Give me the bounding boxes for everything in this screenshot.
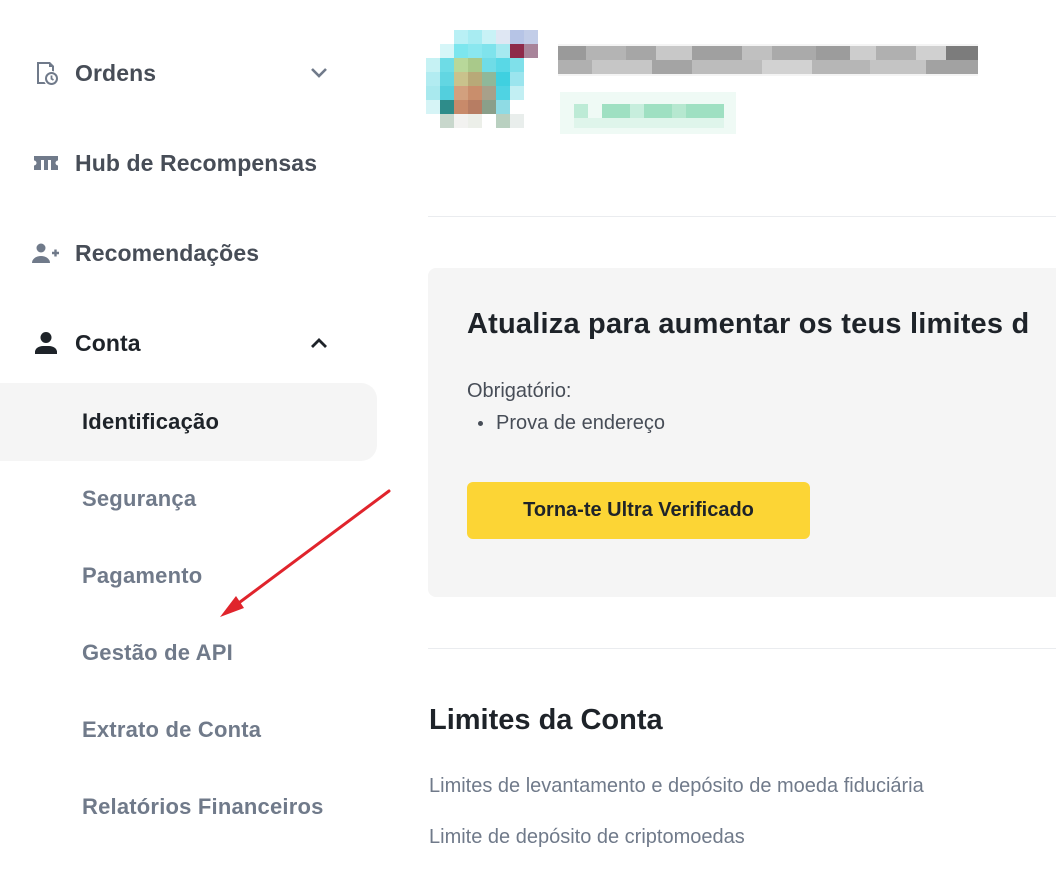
required-label: Obrigatório: xyxy=(467,380,572,402)
sidebar-subitem-api-management[interactable]: Gestão de API xyxy=(0,614,377,692)
user-name-obscured xyxy=(558,44,978,76)
ticket-icon xyxy=(32,149,60,177)
sidebar-item-label: Hub de Recompensas xyxy=(75,149,318,176)
sidebar: Ordens Hub de Recompensas Recomendações xyxy=(0,0,400,874)
ultra-verify-button[interactable]: Torna-te Ultra Verificado xyxy=(467,482,810,539)
account-limits-title: Limites da Conta xyxy=(429,704,663,736)
orders-icon xyxy=(32,59,60,87)
sidebar-subitem-payment[interactable]: Pagamento xyxy=(0,537,377,615)
divider xyxy=(428,216,1056,217)
divider xyxy=(428,648,1056,649)
sidebar-item-label: Conta xyxy=(75,329,141,356)
sidebar-subitem-label: Relatórios Financeiros xyxy=(82,794,324,819)
sidebar-subitem-security[interactable]: Segurança xyxy=(0,460,377,538)
upgrade-card-title: Atualiza para aumentar os teus limites d xyxy=(467,308,1030,340)
sidebar-subitem-label: Gestão de API xyxy=(82,640,233,665)
fiat-limits-link[interactable]: Limites de levantamento e depósito de mo… xyxy=(429,775,924,798)
sidebar-item-label: Recomendações xyxy=(75,239,260,266)
sidebar-item-rewards-hub[interactable]: Hub de Recompensas xyxy=(0,138,380,188)
sidebar-subitem-label: Identificação xyxy=(82,409,220,434)
requirement-text: Prova de endereço xyxy=(496,412,666,434)
sidebar-subitem-label: Pagamento xyxy=(82,563,203,588)
requirement-item: Prova de endereço xyxy=(478,412,665,435)
sidebar-item-account[interactable]: Conta xyxy=(0,318,380,368)
avatar[interactable] xyxy=(422,30,544,136)
add-user-icon xyxy=(32,239,60,267)
crypto-deposit-limit-link[interactable]: Limite de depósito de criptomoedas xyxy=(429,826,745,849)
user-id-obscured xyxy=(560,92,736,134)
user-icon xyxy=(32,329,60,357)
chevron-up-icon[interactable] xyxy=(306,330,332,356)
sidebar-item-orders[interactable]: Ordens xyxy=(0,48,380,98)
sidebar-subitem-label: Extrato de Conta xyxy=(82,717,262,742)
bullet-icon xyxy=(478,421,483,426)
sidebar-subitem-label: Segurança xyxy=(82,486,197,511)
sidebar-subitem-financial-reports[interactable]: Relatórios Financeiros xyxy=(0,768,377,846)
sidebar-item-label: Ordens xyxy=(75,59,157,86)
sidebar-subitem-account-statement[interactable]: Extrato de Conta xyxy=(0,691,377,769)
chevron-down-icon[interactable] xyxy=(306,60,332,86)
sidebar-subitem-identification[interactable]: Identificação xyxy=(0,383,377,461)
sidebar-item-referrals[interactable]: Recomendações xyxy=(0,228,380,278)
